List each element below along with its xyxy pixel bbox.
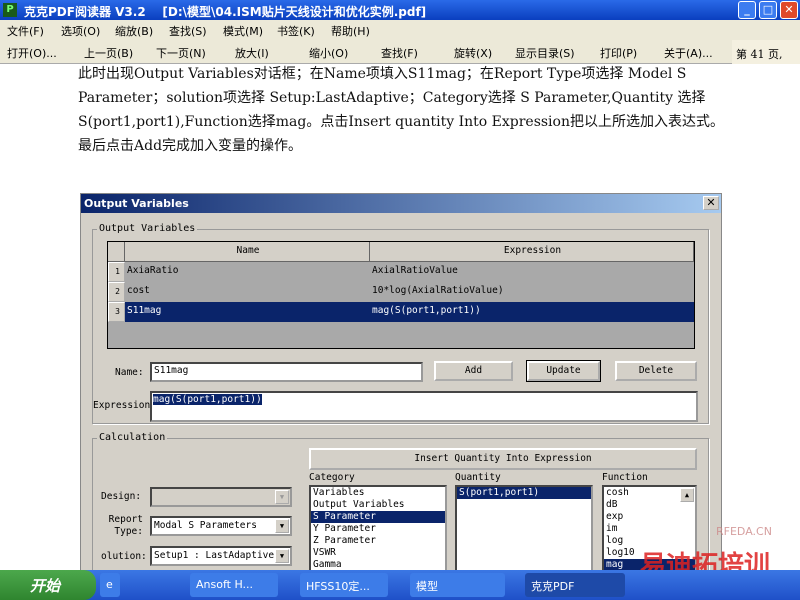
variables-table: Name Expression 1 AxiaRatio AxialRatioVa… bbox=[107, 241, 695, 349]
app-logo-icon: P bbox=[3, 3, 17, 17]
expression-label: Expression bbox=[93, 400, 151, 411]
menu-zoom[interactable]: 缩放(B) bbox=[115, 23, 153, 39]
find-button[interactable]: 查找(F) bbox=[381, 45, 418, 61]
list-item[interactable]: VSWR bbox=[311, 547, 445, 559]
taskbar-hfss-doc[interactable]: HFSS10定... bbox=[300, 573, 388, 597]
insert-quantity-button[interactable]: Insert Quantity Into Expression bbox=[309, 448, 697, 470]
taskbar-pdf-reader[interactable]: 克克PDF bbox=[525, 573, 625, 597]
update-button[interactable]: Update bbox=[526, 360, 601, 382]
doc-line: 此时出现Output Variables对话框；在Name项填入S11mag；在… bbox=[78, 66, 687, 82]
report-type-label: Report Type: bbox=[108, 514, 143, 537]
column-header-name[interactable]: Name bbox=[125, 242, 370, 262]
function-label: Function bbox=[602, 472, 648, 483]
zoom-in-button[interactable]: 放大(I) bbox=[235, 45, 269, 61]
table-cell-expression[interactable]: mag(S(port1,port1)) bbox=[370, 302, 694, 322]
report-type-select[interactable]: Modal S Parameters ▼ bbox=[150, 516, 292, 536]
menu-options[interactable]: 选项(O) bbox=[61, 23, 100, 39]
list-item[interactable]: Y Parameter bbox=[311, 523, 445, 535]
menu-bookmark[interactable]: 书签(K) bbox=[277, 23, 315, 39]
document-text: 此时出现Output Variables对话框；在Name项填入S11mag；在… bbox=[78, 62, 728, 158]
taskbar-ansoft[interactable]: Ansoft H... bbox=[190, 573, 278, 597]
table-cell-expression[interactable]: 10*log(AxialRatioValue) bbox=[370, 282, 694, 302]
next-page-button[interactable]: 下一页(N) bbox=[156, 45, 206, 61]
corner-header bbox=[108, 242, 125, 262]
list-item[interactable]: exp bbox=[604, 511, 695, 523]
list-item[interactable]: im bbox=[604, 523, 695, 535]
name-input[interactable]: S11mag bbox=[150, 362, 423, 382]
toolbar: 打开(O)... 上一页(B) 下一页(N) 放大(I) 缩小(O) 查找(F)… bbox=[0, 40, 800, 64]
menu-file[interactable]: 文件(F) bbox=[7, 23, 44, 39]
chevron-down-icon[interactable]: ▼ bbox=[275, 519, 289, 533]
doc-line: S(port1,port1),Function选择mag。点击Insert qu… bbox=[78, 114, 724, 130]
chevron-down-icon[interactable]: ▼ bbox=[275, 490, 289, 504]
print-button[interactable]: 打印(P) bbox=[600, 45, 637, 61]
table-cell-name[interactable]: S11mag bbox=[125, 302, 370, 322]
group-label: Calculation bbox=[97, 432, 168, 443]
doc-line: Parameter；solution项选择 Setup:LastAdaptive… bbox=[78, 90, 706, 106]
minimize-button[interactable]: _ bbox=[738, 1, 756, 19]
toc-button[interactable]: 显示目录(S) bbox=[515, 45, 575, 61]
taskbar-folder[interactable]: 模型 bbox=[410, 573, 505, 597]
doc-line: 最后点击Add完成加入变量的操作。 bbox=[78, 138, 303, 154]
quantity-list[interactable]: S(port1,port1) bbox=[455, 485, 593, 575]
close-button[interactable]: ✕ bbox=[780, 1, 798, 19]
menu-mode[interactable]: 模式(M) bbox=[223, 23, 263, 39]
category-label: Category bbox=[309, 472, 355, 483]
menu-help[interactable]: 帮助(H) bbox=[331, 23, 370, 39]
add-button[interactable]: Add bbox=[434, 361, 513, 381]
watermark-site: RFEDA.CN bbox=[716, 525, 772, 538]
taskbar: 开始 e Ansoft H... HFSS10定... 模型 克克PDF bbox=[0, 570, 800, 600]
output-variables-dialog: Output Variables ✕ Output Variables Name… bbox=[80, 193, 722, 598]
row-header[interactable]: 1 bbox=[108, 262, 125, 282]
menu-find[interactable]: 查找(S) bbox=[169, 23, 207, 39]
solution-label: olution: bbox=[101, 551, 147, 562]
list-item-selected[interactable]: S(port1,port1) bbox=[457, 487, 591, 499]
solution-value: Setup1 : LastAdaptive bbox=[154, 550, 275, 561]
scroll-up-icon[interactable]: ▲ bbox=[680, 488, 694, 502]
column-header-expression[interactable]: Expression bbox=[370, 242, 694, 262]
expression-text: mag(S(port1,port1)) bbox=[153, 394, 262, 405]
page-indicator: 第 41 页, bbox=[732, 40, 800, 64]
expression-input[interactable]: mag(S(port1,port1)) bbox=[150, 391, 698, 422]
delete-button[interactable]: Delete bbox=[615, 361, 697, 381]
open-button[interactable]: 打开(O)... bbox=[7, 45, 57, 61]
list-item[interactable]: Z Parameter bbox=[311, 535, 445, 547]
prev-page-button[interactable]: 上一页(B) bbox=[84, 45, 133, 61]
row-header[interactable]: 3 bbox=[108, 302, 125, 322]
table-cell-name[interactable]: AxiaRatio bbox=[125, 262, 370, 282]
title-bar: P 克克PDF阅读器 V3.2 [D:\模型\04.ISM贴片天线设计和优化实例… bbox=[0, 0, 800, 20]
start-button[interactable]: 开始 bbox=[0, 570, 96, 600]
window-title: 克克PDF阅读器 V3.2 [D:\模型\04.ISM贴片天线设计和优化实例.p… bbox=[24, 5, 427, 19]
solution-select[interactable]: Setup1 : LastAdaptive ▼ bbox=[150, 546, 292, 566]
category-list[interactable]: Variables Output Variables S Parameter Y… bbox=[309, 485, 447, 575]
maximize-button[interactable]: □ bbox=[759, 1, 777, 19]
zoom-out-button[interactable]: 缩小(O) bbox=[309, 45, 348, 61]
dialog-title: Output Variables bbox=[81, 194, 721, 213]
group-label: Output Variables bbox=[97, 223, 198, 234]
quick-launch-ie-icon[interactable]: e bbox=[100, 573, 120, 597]
name-label: Name: bbox=[115, 367, 144, 378]
table-cell-expression[interactable]: AxialRatioValue bbox=[370, 262, 694, 282]
quantity-label: Quantity bbox=[455, 472, 501, 483]
chevron-down-icon[interactable]: ▼ bbox=[275, 549, 289, 563]
dialog-close-button[interactable]: ✕ bbox=[703, 196, 719, 210]
design-select[interactable]: ▼ bbox=[150, 487, 292, 507]
report-type-value: Modal S Parameters bbox=[154, 520, 257, 531]
row-header[interactable]: 2 bbox=[108, 282, 125, 302]
table-cell-name[interactable]: cost bbox=[125, 282, 370, 302]
list-item[interactable]: Variables bbox=[311, 487, 445, 499]
rotate-button[interactable]: 旋转(X) bbox=[454, 45, 492, 61]
menu-bar: 文件(F) 选项(O) 缩放(B) 查找(S) 模式(M) 书签(K) 帮助(H… bbox=[0, 20, 800, 40]
list-item-selected[interactable]: S Parameter bbox=[311, 511, 445, 523]
design-label: Design: bbox=[101, 491, 142, 502]
list-item[interactable]: Output Variables bbox=[311, 499, 445, 511]
about-button[interactable]: 关于(A)... bbox=[664, 45, 713, 61]
